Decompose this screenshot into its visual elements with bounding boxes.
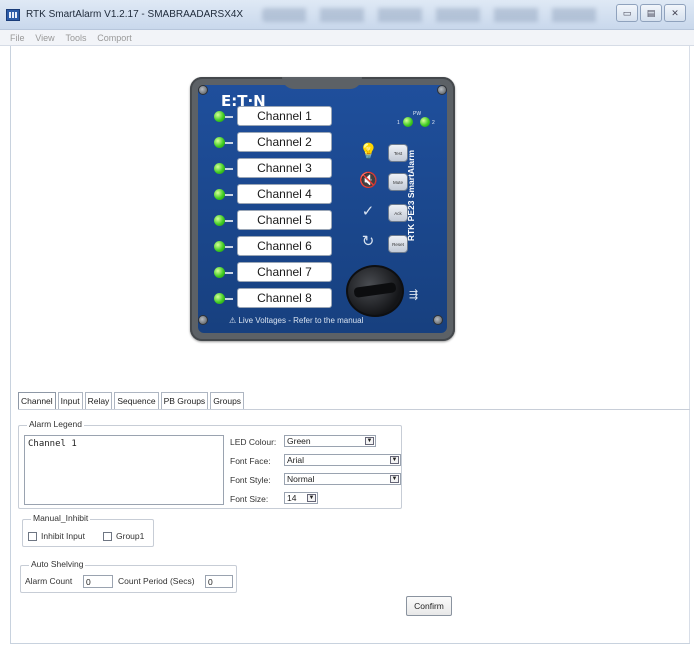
- alarm-legend-title: Alarm Legend: [27, 419, 84, 429]
- pw-1-label: 1: [397, 120, 400, 126]
- settings-tabs: Channel Input Relay Sequence PB Groups G…: [18, 392, 246, 410]
- frame-border-left: [10, 46, 11, 644]
- font-face-value: Arial: [287, 455, 305, 465]
- channel-7-label[interactable]: Channel 7: [237, 262, 332, 282]
- pw-2-label: 2: [432, 120, 435, 126]
- font-face-label: Font Face:: [230, 456, 271, 466]
- eaton-logo: E:T·N: [221, 92, 266, 110]
- acknowledge-check-icon: ✓: [361, 203, 375, 220]
- channel-6-label[interactable]: Channel 6: [237, 236, 332, 256]
- alarm-count-input[interactable]: 0: [83, 575, 113, 588]
- led-connector: [225, 246, 233, 248]
- window-title: RTK SmartAlarm V1.2.17 - SMABRAADARSX4X: [26, 9, 244, 20]
- ack-button[interactable]: Ack: [388, 204, 408, 222]
- inhibit-input-checkbox[interactable]: [28, 532, 37, 541]
- frame-border-bottom: [10, 643, 690, 644]
- menu-file[interactable]: File: [6, 30, 29, 46]
- channel-led-icon: [214, 163, 225, 174]
- lightbulb-icon: 💡: [359, 143, 378, 160]
- font-style-value: Normal: [287, 474, 315, 484]
- led-connector: [225, 194, 233, 196]
- menu-view[interactable]: View: [31, 30, 58, 46]
- auto-shelving-title: Auto Shelving: [29, 559, 86, 569]
- inhibit-input-label: Inhibit Input: [41, 531, 85, 541]
- tab-sequence[interactable]: Sequence: [114, 392, 159, 410]
- mute-speaker-icon: 🔇: [359, 172, 378, 189]
- device-notch: [282, 77, 362, 89]
- led-colour-select[interactable]: Green ▼: [284, 435, 376, 447]
- channel-led-icon: [214, 215, 225, 226]
- usb-icon: ⇶: [409, 289, 419, 301]
- channel-led-icon: [214, 267, 225, 278]
- tab-input[interactable]: Input: [57, 392, 83, 410]
- channel-led-icon: [214, 241, 225, 252]
- chevron-down-icon[interactable]: ▼: [307, 494, 316, 502]
- led-connector: [225, 142, 233, 144]
- rotary-knob[interactable]: [346, 265, 404, 317]
- frame-border-right: [689, 46, 690, 644]
- count-period-label: Count Period (Secs): [118, 576, 195, 586]
- channel-8-label[interactable]: Channel 8: [237, 288, 332, 308]
- manual-inhibit-title: Manual_Inhibit: [31, 513, 91, 523]
- alarm-legend-textarea[interactable]: Channel 1: [24, 435, 224, 505]
- channel-led-icon: [214, 189, 225, 200]
- led-connector: [225, 272, 233, 274]
- power-led-icon: [420, 117, 430, 127]
- tab-channel[interactable]: Channel: [18, 392, 56, 410]
- window-controls: ▭ ▤ ✕: [616, 4, 686, 22]
- device-model-text: RTK PE23 SmartAlarm: [406, 150, 416, 242]
- close-button[interactable]: ✕: [664, 4, 686, 22]
- reset-cycle-icon: ↻: [361, 233, 375, 250]
- channel-2-label[interactable]: Channel 2: [237, 132, 332, 152]
- menu-tools[interactable]: Tools: [61, 30, 90, 46]
- alarm-count-label: Alarm Count: [25, 576, 73, 586]
- app-icon: [6, 9, 20, 21]
- led-connector: [225, 168, 233, 170]
- tab-divider: [18, 409, 690, 410]
- pw-label: PW: [413, 111, 422, 117]
- font-style-select[interactable]: Normal ▼: [284, 473, 401, 485]
- font-style-label: Font Style:: [230, 475, 271, 485]
- led-colour-value: Green: [287, 436, 311, 446]
- led-connector: [225, 220, 233, 222]
- minimize-button[interactable]: ▭: [616, 4, 638, 22]
- font-face-select[interactable]: Arial ▼: [284, 454, 401, 466]
- chevron-down-icon[interactable]: ▼: [390, 456, 399, 464]
- screw-icon: [437, 85, 447, 95]
- tab-groups[interactable]: Groups: [210, 392, 245, 410]
- group1-checkbox[interactable]: [103, 532, 112, 541]
- window-titlebar: RTK SmartAlarm V1.2.17 - SMABRAADARSX4X …: [0, 0, 694, 30]
- power-led-icon: [403, 117, 413, 127]
- screw-icon: [198, 85, 208, 95]
- chevron-down-icon[interactable]: ▼: [365, 437, 374, 445]
- channel-5-label[interactable]: Channel 5: [237, 210, 332, 230]
- reset-button[interactable]: Reset: [388, 235, 408, 253]
- test-button[interactable]: Test: [388, 144, 408, 162]
- screw-icon: [433, 315, 443, 325]
- font-size-select[interactable]: 14 ▼: [284, 492, 318, 504]
- live-voltage-warning: ⚠ Live Voltages - Refer to the manual: [229, 316, 364, 325]
- led-connector: [225, 116, 233, 118]
- channel-4-label[interactable]: Channel 4: [237, 184, 332, 204]
- mute-button[interactable]: Mute: [388, 173, 408, 191]
- font-size-value: 14: [287, 493, 297, 503]
- tab-pb-groups[interactable]: PB Groups: [160, 392, 209, 410]
- menubar: File View Tools Comport: [0, 30, 694, 46]
- maximize-button[interactable]: ▤: [640, 4, 662, 22]
- chevron-down-icon[interactable]: ▼: [390, 475, 399, 483]
- confirm-button[interactable]: Confirm: [406, 596, 452, 616]
- group1-label: Group1: [116, 531, 145, 541]
- channel-led-icon: [214, 111, 225, 122]
- tab-relay[interactable]: Relay: [84, 392, 113, 410]
- channel-led-icon: [214, 293, 225, 304]
- channel-3-label[interactable]: Channel 3: [237, 158, 332, 178]
- led-connector: [225, 298, 233, 300]
- taskbar-tabs-blurred: [262, 8, 602, 22]
- count-period-input[interactable]: 0: [205, 575, 233, 588]
- font-size-label: Font Size:: [230, 494, 269, 504]
- menu-comport[interactable]: Comport: [93, 30, 136, 46]
- channel-led-icon: [214, 137, 225, 148]
- led-colour-label: LED Colour:: [230, 437, 277, 447]
- screw-icon: [198, 315, 208, 325]
